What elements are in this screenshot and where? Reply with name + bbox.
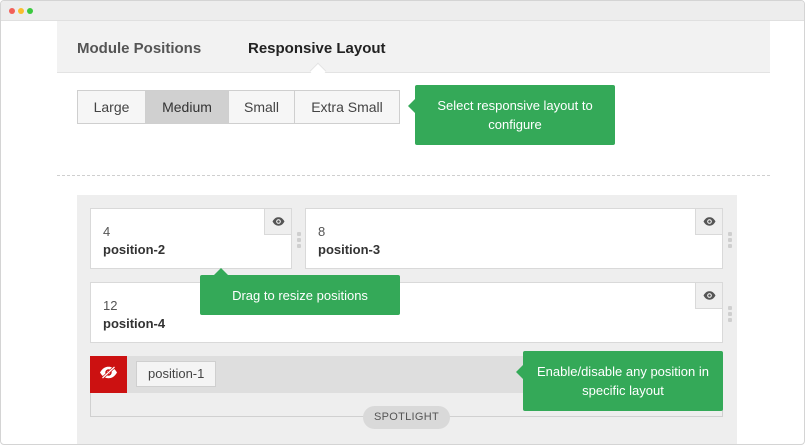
eye-icon[interactable] bbox=[264, 209, 291, 235]
position-width: 4 bbox=[103, 224, 111, 239]
tab-responsive-layout[interactable]: Responsive Layout bbox=[248, 40, 386, 57]
block-name-badge: SPOTLIGHT bbox=[363, 406, 450, 429]
position-name: position-4 bbox=[103, 316, 166, 331]
position-card-position-4[interactable]: 12 position-4 bbox=[90, 282, 723, 343]
layout-small-button[interactable]: Small bbox=[229, 91, 295, 123]
tab-module-positions[interactable]: Module Positions bbox=[77, 40, 201, 57]
maximize-window-dot[interactable] bbox=[27, 8, 33, 14]
resize-handle[interactable] bbox=[728, 306, 732, 322]
eye-off-icon bbox=[99, 365, 118, 384]
visibility-toggle-button[interactable] bbox=[90, 356, 127, 393]
layout-selector: Large Medium Small Extra Small bbox=[77, 90, 400, 124]
position-width: 12 bbox=[103, 298, 118, 313]
layout-extra-small-button[interactable]: Extra Small bbox=[295, 91, 399, 123]
position-chip[interactable]: position-1 bbox=[136, 361, 217, 387]
active-tab-pointer bbox=[309, 62, 327, 80]
app-window: Module Positions Responsive Layout Large… bbox=[0, 0, 805, 445]
eye-icon[interactable] bbox=[695, 283, 722, 309]
tooltip-drag-resize: Drag to resize positions bbox=[200, 268, 400, 315]
position-card-position-2[interactable]: 4 position-2 bbox=[90, 208, 292, 269]
tab-bar: Module Positions Responsive Layout bbox=[57, 21, 770, 80]
resize-handle[interactable] bbox=[297, 232, 301, 248]
close-window-dot[interactable] bbox=[9, 8, 15, 14]
window-titlebar bbox=[1, 1, 804, 21]
tooltip-select-layout: Select responsive layout to configure bbox=[408, 85, 615, 145]
tooltip-enable-disable: Enable/disable any position in specific … bbox=[516, 351, 723, 411]
section-divider bbox=[57, 175, 770, 176]
position-width: 8 bbox=[318, 224, 326, 239]
position-card-position-3[interactable]: 8 position-3 bbox=[305, 208, 723, 269]
minimize-window-dot[interactable] bbox=[18, 8, 24, 14]
resize-handle[interactable] bbox=[728, 232, 732, 248]
layout-large-button[interactable]: Large bbox=[78, 91, 146, 123]
position-name: position-3 bbox=[318, 242, 381, 257]
layout-medium-button[interactable]: Medium bbox=[146, 91, 229, 123]
eye-icon[interactable] bbox=[695, 209, 722, 235]
position-name: position-2 bbox=[103, 242, 166, 257]
